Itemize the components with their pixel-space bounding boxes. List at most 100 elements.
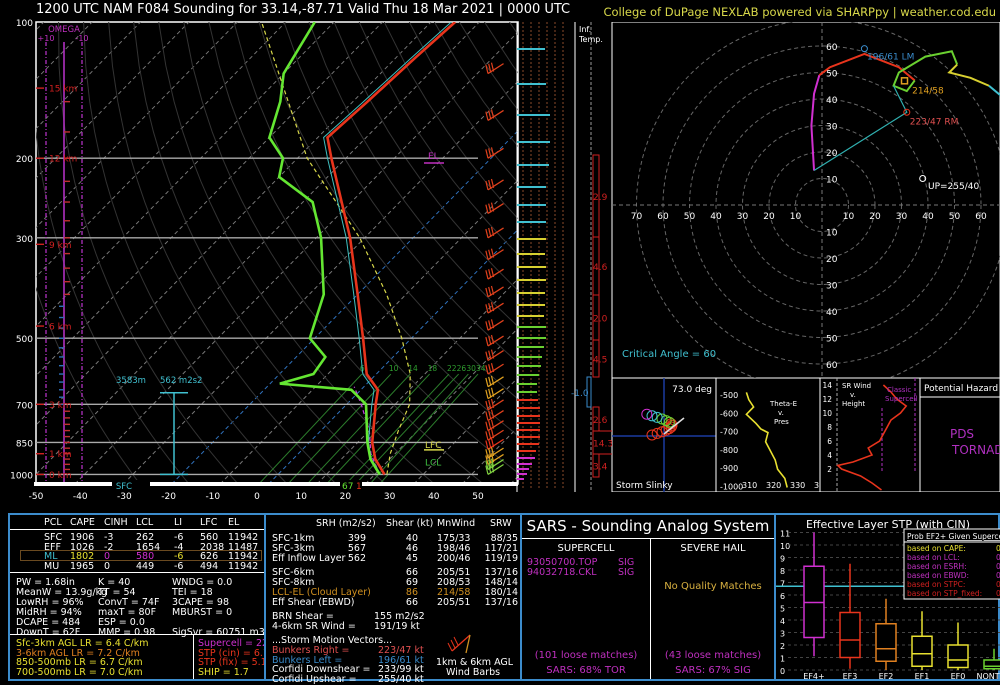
thermo-header: LFC — [200, 517, 217, 528]
thermo-header: LI — [174, 517, 182, 528]
hodo-x-tick: 30 — [896, 212, 908, 222]
hodo-y-tick: 20 — [826, 255, 838, 265]
x-axis-bar — [34, 482, 518, 486]
thermo-index: DownT = 62F — [16, 627, 80, 638]
stp-box — [840, 613, 860, 658]
thetae-y-tick: -500 — [720, 391, 738, 400]
mixing-ratio-label: 18 — [428, 364, 438, 373]
hodo-x-tick: 50 — [949, 212, 961, 222]
mixing-ratio-label: 10 — [389, 364, 399, 373]
kinematic-header: Shear (kt) — [386, 518, 433, 529]
temperature-tick-label: -20 — [161, 492, 176, 502]
hodo-y-tick: 10 — [826, 229, 838, 239]
prob-ef2-box: Prob EF2+ Given Supercell based on CAPE: 0… — [904, 529, 1000, 599]
omega-tick: -10 — [75, 34, 88, 43]
hodo-y-tick: 10 — [826, 176, 838, 186]
prob-box-row: based on EBWD: — [907, 571, 969, 580]
barb-flag — [448, 643, 452, 651]
hodo-x-tick: 30 — [737, 212, 749, 222]
stp-y-tick: 2 — [780, 642, 785, 651]
critical-angle-label: Critical Angle = 60 — [622, 349, 716, 360]
srwind-title: v. — [850, 391, 856, 399]
thermo-cell: 11942 — [228, 561, 258, 572]
stp-y-tick: 6 — [780, 592, 785, 601]
hodo-y-tick: 20 — [826, 149, 838, 159]
thermo-panel: PCLCAPECINHLCLLILFCELSFC1906-3262-656011… — [8, 513, 266, 681]
hodo-y-tick: 60 — [826, 361, 838, 371]
hodo-y-tick: 40 — [826, 96, 838, 106]
lower-right-panels: 73.0 degStorm Slinky-500-600-700-800-900… — [612, 378, 1000, 492]
temperature-tick-label: 40 — [428, 492, 440, 502]
barb-flag — [454, 637, 458, 645]
sars-hail-loose: (43 loose matches) — [650, 650, 776, 661]
inftemp-value: 2.0 — [593, 315, 608, 325]
hodo-y-tick: 50 — [826, 70, 838, 80]
inftemp-value: 3.4 — [593, 463, 608, 473]
temperature-tick-label: 10 — [295, 492, 307, 502]
hodo-y-tick: 40 — [826, 308, 838, 318]
pressure-tick-label: 500 — [16, 335, 33, 345]
inftemp-value: 14.3 — [593, 440, 613, 450]
sars-hail-header: SEVERE HAIL — [650, 543, 776, 554]
thetae-title: Pres — [774, 418, 789, 426]
hodo-y-tick: 30 — [826, 123, 838, 133]
mixing-ratio-label: 26 — [457, 364, 467, 373]
prob-box-row: based on ESRH: — [907, 562, 967, 571]
temperature-tick-label: 30 — [384, 492, 396, 502]
thetae-x-tick: 310 — [742, 481, 757, 490]
thetae-y-tick: -700 — [720, 428, 738, 437]
thetae-y-tick: -900 — [720, 464, 738, 473]
kinematic-row-label: Eff Shear (EBWD) — [272, 597, 355, 608]
sr-wind-value: 191/19 kt — [374, 621, 420, 632]
srwind-y-tick: 4 — [827, 451, 832, 460]
sars-supercell-pct: SARS: 68% TOR — [522, 665, 650, 676]
prob-box-value: 0 — [996, 544, 1000, 553]
slinky-title: Storm Slinky — [616, 481, 673, 491]
wind-barb-icon — [446, 627, 476, 657]
temperature-tick-label: -50 — [29, 492, 44, 502]
skewt-chart: 6101418222630341002003005007008501000OME… — [0, 18, 520, 510]
sounding-title: 1200 UTC NAM F084 Sounding for 33.14,-87… — [36, 2, 570, 17]
hodograph-chart: 7060504030201010203040506060504030201010… — [612, 22, 1000, 378]
thermo-cell: MU — [44, 561, 59, 572]
kinematic-srh: 562 — [348, 553, 366, 564]
sars-title: SARS - Sounding Analog System — [522, 517, 774, 535]
kinematic-row-label: Eff Inflow Layer — [272, 553, 345, 564]
stp-box — [912, 636, 932, 666]
stp-y-tick: 9 — [780, 555, 785, 564]
thermo-cell: -6 — [174, 561, 183, 572]
prob-box-row: based on LCL: — [907, 553, 960, 562]
prob-box-row: based on CAPE: — [907, 544, 966, 553]
kinematic-header: MnWind — [437, 518, 475, 529]
srwind-y-tick: 12 — [822, 395, 832, 404]
thermo-header: CINH — [104, 517, 128, 528]
srwind-annotation: Classic — [887, 386, 911, 394]
temperature-tick-label: -40 — [73, 492, 88, 502]
mixing-ratio-label: 22 — [447, 364, 457, 373]
temperature-tick-label: 20 — [340, 492, 352, 502]
thermo-index: MBURST = 0 — [172, 607, 232, 618]
eff-inflow-srh: 562 m2s2 — [160, 376, 202, 386]
thermo-cell: 449 — [136, 561, 154, 572]
mixing-ratio-label: 30 — [466, 364, 476, 373]
hodo-frame — [612, 22, 1000, 378]
stp-category: EF0 — [951, 672, 966, 681]
storm-motion-label: Corfidi Upshear = — [272, 674, 357, 685]
kinematic-srw: 119/19 — [485, 553, 518, 564]
sars-supercell-loose: (101 loose matches) — [522, 650, 650, 661]
prob-box-title: Prob EF2+ Given Supercell — [907, 532, 1000, 541]
barb-flag — [451, 640, 455, 648]
hazard-title: Potential Hazard Type — [924, 384, 1000, 394]
lapse-rate: 700-500mb LR = 7.0 C/km — [16, 667, 143, 678]
hodo-x-tick: 60 — [975, 212, 987, 222]
composite-index: SHIP = 1.7 — [198, 667, 249, 678]
hodo-y-tick: 50 — [826, 335, 838, 345]
thermo-header: PCL — [44, 517, 62, 528]
sfc-label: SFC — [116, 482, 132, 492]
hodo-x-tick: 40 — [710, 212, 722, 222]
slinky-angle: 73.0 deg — [672, 385, 712, 395]
stp-y-tick: 3 — [780, 630, 785, 639]
credit-text: College of DuPage NEXLAB powered via SHA… — [603, 5, 996, 19]
lm-label: 196/61 LM — [867, 52, 914, 62]
srwind-title: SR Wind — [842, 382, 871, 390]
